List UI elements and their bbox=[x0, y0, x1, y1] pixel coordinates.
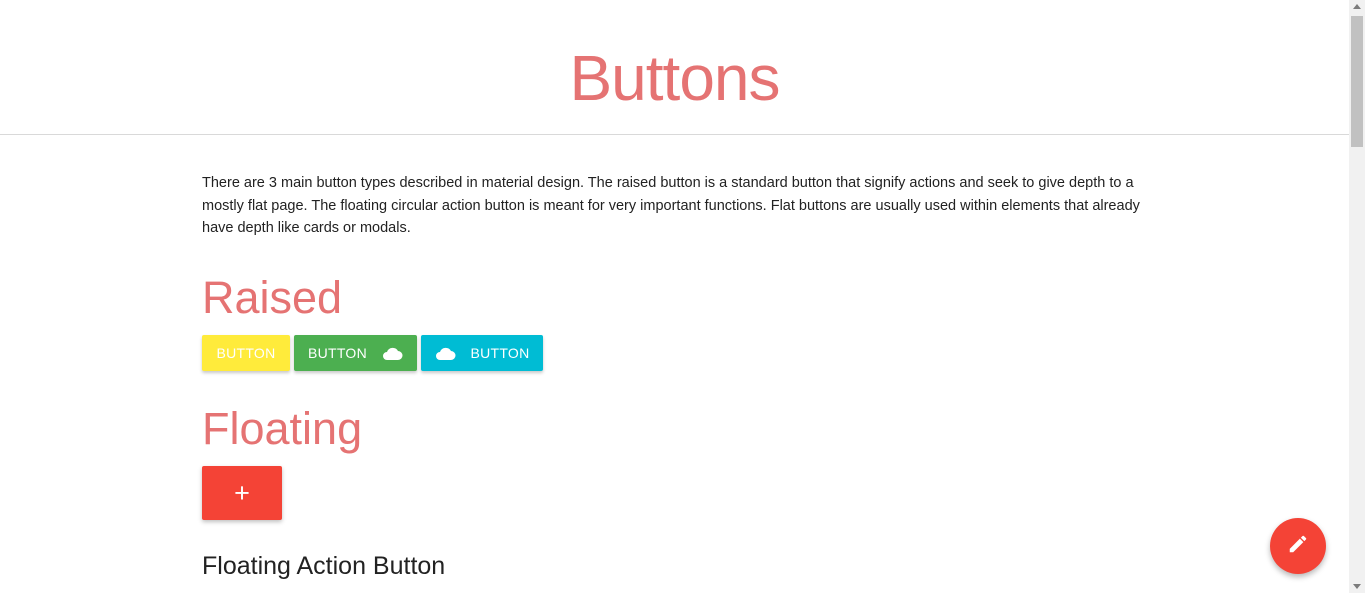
pencil-icon bbox=[1287, 533, 1309, 560]
page: Buttons There are 3 main button types de… bbox=[0, 0, 1365, 593]
plus-icon: + bbox=[234, 477, 250, 508]
scroll-up-arrow-icon[interactable] bbox=[1353, 4, 1361, 9]
scroll-down-arrow-icon[interactable] bbox=[1353, 584, 1361, 589]
floating-section-title: Floating bbox=[202, 403, 363, 454]
page-title: Buttons bbox=[569, 42, 780, 114]
raised-button-cyan[interactable]: BUTTON bbox=[421, 335, 543, 371]
vertical-scrollbar[interactable] bbox=[1349, 0, 1365, 593]
floating-add-button[interactable]: + bbox=[202, 466, 282, 520]
page-header: Buttons bbox=[0, 0, 1349, 135]
intro-paragraph: There are 3 main button types described … bbox=[202, 175, 1140, 236]
raised-button-green-label: BUTTON bbox=[307, 345, 368, 361]
fab-heading: Floating Action Button bbox=[202, 552, 446, 580]
raised-button-yellow[interactable]: BUTTON bbox=[202, 335, 290, 371]
main-content: There are 3 main button types described … bbox=[202, 172, 1152, 580]
scrollbar-thumb[interactable] bbox=[1351, 16, 1363, 147]
raised-button-yellow-label: BUTTON bbox=[216, 345, 276, 361]
cloud-icon bbox=[434, 345, 456, 361]
raised-button-cyan-label: BUTTON bbox=[470, 345, 530, 361]
floating-action-button[interactable] bbox=[1270, 518, 1326, 574]
raised-button-green[interactable]: BUTTON bbox=[294, 335, 417, 371]
raised-section-title: Raised bbox=[202, 272, 343, 323]
cloud-icon bbox=[381, 345, 403, 361]
